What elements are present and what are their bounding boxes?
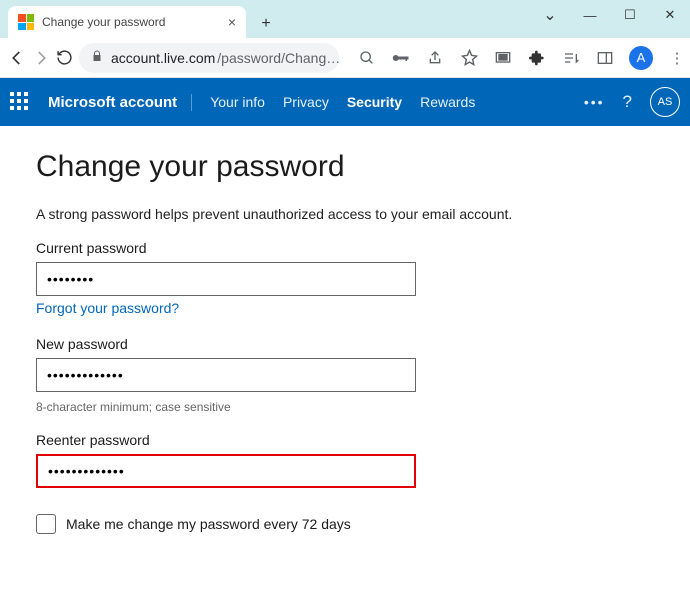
browser-tab[interactable]: Change your password × <box>8 6 246 38</box>
help-icon[interactable]: ? <box>623 92 632 112</box>
account-avatar[interactable]: AS <box>650 87 680 117</box>
forward-button[interactable] <box>32 44 50 72</box>
page-description: A strong password helps prevent unauthor… <box>36 206 654 222</box>
new-password-input[interactable] <box>36 358 416 392</box>
app-launcher-icon[interactable] <box>10 92 30 112</box>
new-tab-button[interactable]: + <box>252 10 280 38</box>
nav-privacy[interactable]: Privacy <box>283 94 329 110</box>
new-password-label: New password <box>36 336 654 352</box>
profile-avatar[interactable]: A <box>629 46 653 70</box>
force-change-label: Make me change my password every 72 days <box>66 516 351 532</box>
minimize-button[interactable]: — <box>570 0 610 30</box>
microsoft-favicon <box>18 14 34 30</box>
reenter-password-input[interactable] <box>36 454 416 488</box>
current-password-input[interactable] <box>36 262 416 296</box>
forgot-password-link[interactable]: Forgot your password? <box>36 300 179 316</box>
force-change-checkbox[interactable] <box>36 514 56 534</box>
close-window-button[interactable]: ✕ <box>650 0 690 30</box>
force-change-row: Make me change my password every 72 days <box>36 514 654 534</box>
maximize-button[interactable]: ☐ <box>610 0 650 30</box>
browser-toolbar: account.live.com/password/Chang… A ⋮ <box>0 38 690 78</box>
page-viewport: Microsoft account Your info Privacy Secu… <box>0 78 690 601</box>
kebab-menu-icon[interactable]: ⋮ <box>667 49 687 67</box>
url-path: /password/Chang… <box>217 50 340 66</box>
side-panel-icon[interactable] <box>595 51 615 65</box>
bookmark-star-icon[interactable] <box>459 49 479 66</box>
reenter-password-label: Reenter password <box>36 432 654 448</box>
new-password-hint: 8-character minimum; case sensitive <box>36 400 654 414</box>
window-controls: ⌄ — ☐ ✕ <box>530 0 690 30</box>
reenter-password-group: Reenter password <box>36 432 654 488</box>
nav-more-icon[interactable]: ••• <box>584 94 605 110</box>
toolbar-actions: A ⋮ <box>357 46 687 70</box>
present-icon[interactable] <box>493 51 513 65</box>
password-key-icon[interactable] <box>391 52 411 64</box>
lock-icon <box>91 49 103 66</box>
page-title: Change your password <box>36 150 654 184</box>
back-button[interactable] <box>8 44 26 72</box>
share-icon[interactable] <box>425 50 445 66</box>
tab-title: Change your password <box>42 15 220 29</box>
site-nav: Microsoft account Your info Privacy Secu… <box>0 78 690 126</box>
tabs-dropdown-icon[interactable]: ⌄ <box>530 0 570 30</box>
search-icon[interactable] <box>357 50 377 66</box>
close-tab-icon[interactable]: × <box>228 14 236 30</box>
new-password-group: New password 8-character minimum; case s… <box>36 336 654 414</box>
nav-security[interactable]: Security <box>347 94 402 110</box>
current-password-group: Current password Forgot your password? <box>36 240 654 318</box>
url-host: account.live.com <box>111 50 215 66</box>
reload-button[interactable] <box>56 44 73 72</box>
page-content: Change your password A strong password h… <box>0 126 690 558</box>
nav-your-info[interactable]: Your info <box>210 94 265 110</box>
current-password-label: Current password <box>36 240 654 256</box>
site-brand[interactable]: Microsoft account <box>48 94 192 111</box>
reading-list-icon[interactable] <box>561 51 581 65</box>
tab-strip: Change your password × + ⌄ — ☐ ✕ <box>0 0 690 38</box>
address-bar[interactable]: account.live.com/password/Chang… <box>79 43 339 73</box>
extensions-icon[interactable] <box>527 50 547 66</box>
nav-rewards[interactable]: Rewards <box>420 94 475 110</box>
